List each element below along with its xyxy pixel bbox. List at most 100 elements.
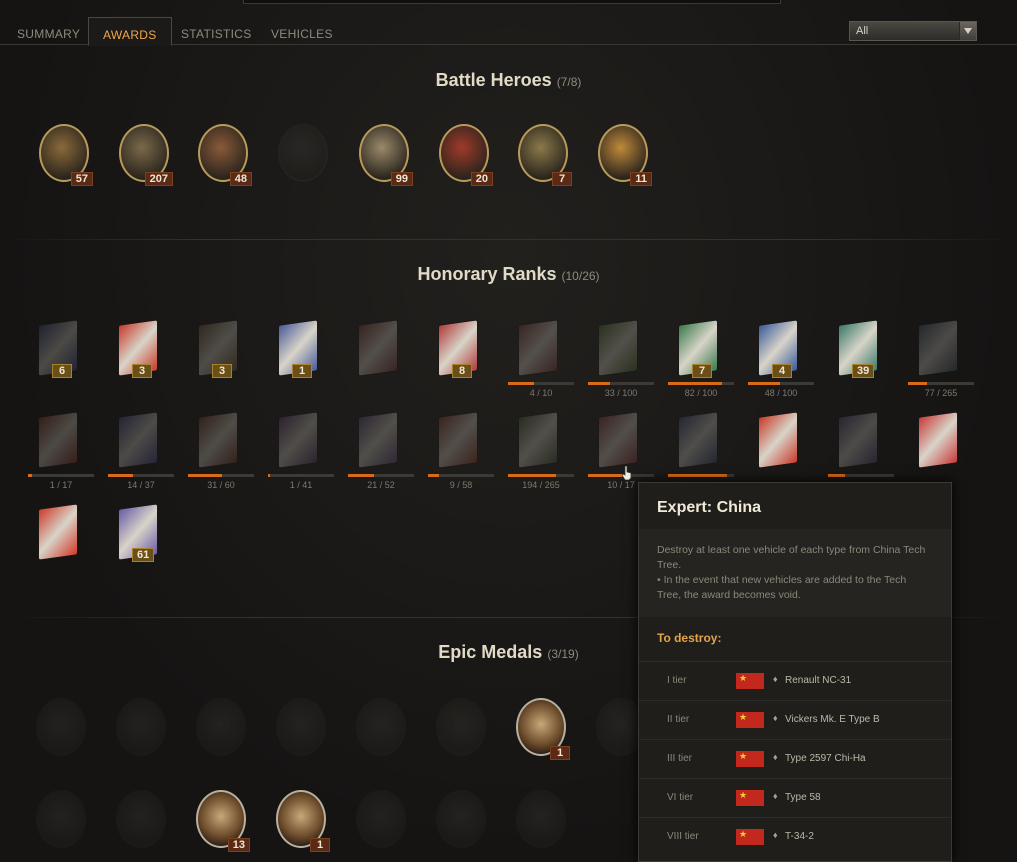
- honorary-rank-medal[interactable]: 4: [748, 318, 808, 382]
- progress-text: 77 / 265: [924, 388, 958, 398]
- section-title-text: Honorary Ranks: [417, 264, 557, 284]
- vehicle-name: Type 2597 Chi-Ha: [785, 753, 866, 764]
- tooltip-desc-line: Destroy at least one vehicle of each typ…: [657, 544, 926, 571]
- honorary-rank-medal[interactable]: [188, 410, 248, 474]
- progress-fill: [828, 474, 845, 477]
- epic-medal[interactable]: [30, 696, 90, 760]
- battle-hero-medal[interactable]: 7: [512, 122, 572, 186]
- battle-hero-medal[interactable]: 99: [353, 122, 413, 186]
- honorary-rank-medal[interactable]: 61: [108, 502, 168, 566]
- tab-statistics[interactable]: STATISTICS: [181, 17, 252, 45]
- epic-medal-icon: [356, 698, 406, 756]
- battle-hero-medal[interactable]: 11: [592, 122, 652, 186]
- honorary-rank-medal[interactable]: [588, 410, 648, 474]
- epic-medal[interactable]: [270, 696, 330, 760]
- filter-dropdown[interactable]: All: [849, 21, 977, 41]
- honorary-rank-medal[interactable]: 39: [828, 318, 888, 382]
- vehicle-type-icon: ♦: [773, 752, 778, 762]
- epic-medal[interactable]: 1: [510, 696, 570, 760]
- tab-vehicles[interactable]: VEHICLES: [271, 17, 333, 45]
- epic-medal[interactable]: [430, 696, 490, 760]
- honorary-rank-medal[interactable]: [268, 410, 328, 474]
- battle-hero-medal[interactable]: 207: [113, 122, 173, 186]
- vehicle-name: Renault NC-31: [785, 675, 852, 686]
- progress-fill: [508, 474, 557, 477]
- battle-hero-medal[interactable]: 57: [33, 122, 93, 186]
- honorary-rank-medal[interactable]: 7: [668, 318, 728, 382]
- epic-medal[interactable]: [110, 696, 170, 760]
- tab-awards[interactable]: AWARDS: [88, 17, 172, 46]
- battle-hero-medal[interactable]: [272, 122, 332, 186]
- epic-medal[interactable]: [350, 696, 410, 760]
- rank-ribbon-icon: [278, 411, 318, 469]
- epic-medal[interactable]: [430, 788, 490, 852]
- honorary-rank-medal[interactable]: [908, 410, 968, 474]
- tooltip-desc-note: • In the event that new vehicles are add…: [657, 574, 907, 601]
- honorary-rank-medal[interactable]: 6: [28, 318, 88, 382]
- epic-medal[interactable]: [510, 788, 570, 852]
- honorary-rank-medal[interactable]: [828, 410, 888, 474]
- medal-icon: [278, 124, 328, 182]
- honorary-rank-medal[interactable]: [428, 410, 488, 474]
- epic-medal-icon: [36, 790, 86, 848]
- rank-ribbon-icon: [918, 411, 958, 469]
- progress-bar: [108, 474, 174, 477]
- progress-bar: [908, 382, 974, 385]
- epic-medal-icon: [356, 790, 406, 848]
- tooltip-description: Destroy at least one vehicle of each typ…: [639, 529, 951, 617]
- epic-medal[interactable]: [30, 788, 90, 852]
- epic-medal[interactable]: [350, 788, 410, 852]
- rank-count-badge: 8: [452, 364, 472, 378]
- progress-fill: [588, 382, 610, 385]
- battle-hero-medal[interactable]: 48: [192, 122, 252, 186]
- honorary-rank-medal[interactable]: 3: [108, 318, 168, 382]
- progress-fill: [348, 474, 375, 477]
- honorary-rank-medal[interactable]: [908, 318, 968, 382]
- vehicle-type-icon: ♦: [773, 830, 778, 840]
- honorary-rank-medal[interactable]: [508, 410, 568, 474]
- rank-ribbon-icon: [838, 411, 878, 469]
- honorary-rank-medal[interactable]: 1: [268, 318, 328, 382]
- vehicle-tier: II tier: [667, 714, 690, 725]
- progress-fill: [28, 474, 32, 477]
- rank-count-badge: 6: [52, 364, 72, 378]
- progress-bar: [348, 474, 414, 477]
- epic-medal[interactable]: [110, 788, 170, 852]
- epic-medal[interactable]: [190, 696, 250, 760]
- honorary-rank-medal[interactable]: [508, 318, 568, 382]
- vehicle-type-icon: ♦: [773, 791, 778, 801]
- progress-bar: [508, 382, 574, 385]
- medal-count-badge: 7: [552, 172, 572, 186]
- progress-bar: [588, 382, 654, 385]
- honorary-rank-medal[interactable]: [668, 410, 728, 474]
- tab-summary[interactable]: SUMMARY: [17, 17, 80, 45]
- epic-medal[interactable]: 13: [190, 788, 250, 852]
- epic-medal-icon: [116, 790, 166, 848]
- progress-bar: [668, 382, 734, 385]
- honorary-rank-medal[interactable]: [28, 502, 88, 566]
- honorary-rank-medal[interactable]: 3: [188, 318, 248, 382]
- vehicle-tier: VIII tier: [667, 831, 699, 842]
- honorary-rank-medal[interactable]: [588, 318, 648, 382]
- battle-hero-medal[interactable]: 20: [433, 122, 493, 186]
- rank-ribbon-icon: [598, 411, 638, 469]
- progress-text: 9 / 58: [449, 480, 473, 490]
- rank-ribbon-icon: [518, 319, 558, 377]
- vehicle-name: Type 58: [785, 792, 821, 803]
- epic-medal[interactable]: 1: [270, 788, 330, 852]
- progress-bar: [28, 474, 94, 477]
- rank-ribbon-icon: [438, 411, 478, 469]
- section-divider: [0, 239, 1017, 240]
- medal-count-badge: 13: [227, 838, 250, 852]
- honorary-rank-medal[interactable]: [348, 318, 408, 382]
- medal-count-badge: 99: [390, 172, 413, 186]
- honorary-rank-medal[interactable]: [108, 410, 168, 474]
- chevron-down-icon[interactable]: [959, 22, 976, 40]
- tooltip-title: Expert: China: [657, 499, 762, 516]
- progress-text: 31 / 60: [207, 480, 235, 490]
- honorary-rank-medal[interactable]: [28, 410, 88, 474]
- honorary-rank-medal[interactable]: [348, 410, 408, 474]
- honorary-rank-medal[interactable]: [748, 410, 808, 474]
- honorary-rank-medal[interactable]: 8: [428, 318, 488, 382]
- epic-medal-icon: [116, 698, 166, 756]
